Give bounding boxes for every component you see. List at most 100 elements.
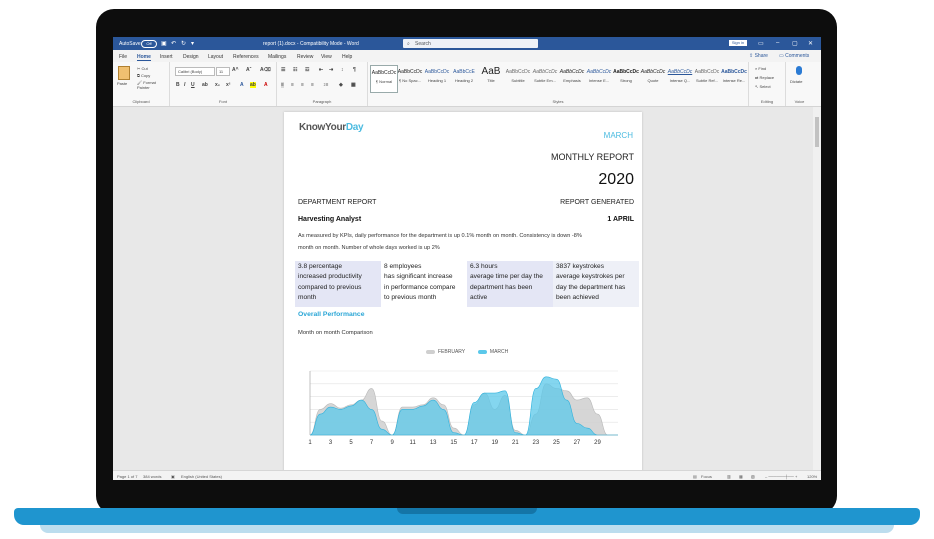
justify-icon[interactable]: ≡ — [311, 82, 314, 88]
tab-design[interactable]: Design — [183, 54, 199, 60]
replace-button[interactable]: ⇄ Replace — [755, 75, 774, 80]
vertical-scrollbar[interactable] — [813, 107, 821, 470]
document-canvas[interactable]: KnowYourDay MARCH MONTHLY REPORT 2020 DE… — [113, 107, 813, 472]
borders-icon[interactable]: ▦ — [351, 82, 356, 88]
tab-review[interactable]: Review — [297, 54, 313, 60]
summary-paragraph: As measured by KPIs, daily performance f… — [298, 230, 634, 254]
sort-icon[interactable]: ↕ — [341, 67, 344, 73]
save-icon[interactable]: ▣ — [161, 40, 167, 47]
close-icon[interactable]: ✕ — [808, 40, 813, 47]
maximize-icon[interactable]: ▢ — [792, 40, 798, 47]
style-subtle-reference[interactable]: AaBbCcDc Subtle Ref... — [694, 65, 720, 91]
style-intense-reference[interactable]: AaBbCcDc Intense Re... — [721, 65, 747, 91]
proofing-icon[interactable]: ▣ — [171, 474, 175, 479]
style-quote[interactable]: AaBbCcDc Quote — [640, 65, 666, 91]
style-subtle-emphasis[interactable]: AaBbCcDc Subtle Em... — [532, 65, 558, 91]
language-status[interactable]: English (United States) — [181, 474, 222, 479]
kpi-value: 3837 keystrokes — [556, 263, 605, 270]
decrease-indent-icon[interactable]: ⇤ — [319, 67, 323, 73]
numbering-icon[interactable]: ☷ — [293, 67, 297, 73]
focus-label[interactable]: Focus — [701, 474, 712, 479]
document-page[interactable]: KnowYourDay MARCH MONTHLY REPORT 2020 DE… — [284, 112, 642, 472]
style-emphasis[interactable]: AaBbCcDc Emphasis — [559, 65, 585, 91]
read-mode-icon[interactable]: ▥ — [727, 474, 731, 479]
tab-help[interactable]: Help — [342, 54, 352, 60]
font-size-select[interactable]: 11 — [216, 67, 230, 76]
zoom-slider[interactable]: – ──────┼── + — [765, 474, 797, 479]
style-preview: AaBbCcDc — [532, 69, 558, 75]
undo-icon[interactable]: ↶ — [171, 40, 176, 47]
kpi-desc: month — [298, 293, 317, 301]
style-heading1[interactable]: AaBbCcDc Heading 1 — [424, 65, 450, 91]
share-button[interactable]: ⇪ Share — [749, 53, 768, 59]
align-right-icon[interactable]: ≡ — [301, 82, 304, 88]
comments-button[interactable]: ▭ Comments — [779, 53, 809, 59]
increase-indent-icon[interactable]: ⇥ — [329, 67, 333, 73]
print-layout-icon[interactable]: ▦ — [739, 474, 743, 479]
copy-button[interactable]: ⧉ Copy — [137, 73, 150, 78]
underline-icon[interactable]: U — [191, 82, 195, 88]
minimize-icon[interactable]: – — [776, 40, 779, 46]
line-spacing-icon[interactable]: ↕≡ — [323, 82, 328, 88]
word-count[interactable]: 384 words — [143, 474, 161, 479]
align-center-icon[interactable]: ≡ — [291, 82, 294, 88]
font-color-icon[interactable]: A — [264, 82, 268, 88]
style-title[interactable]: AaB Title — [478, 65, 504, 91]
search-input[interactable]: Search — [415, 41, 431, 47]
ribbon-options-icon[interactable]: ▭ — [758, 40, 764, 47]
legend-label: MARCH — [489, 349, 509, 355]
tab-view[interactable]: View — [321, 54, 332, 60]
align-left-icon[interactable]: ≡ — [281, 82, 284, 88]
multilevel-icon[interactable]: ☲ — [305, 67, 309, 73]
bold-icon[interactable]: B — [176, 82, 180, 88]
autosave-toggle[interactable]: Off — [141, 40, 157, 48]
highlight-icon[interactable]: ab — [250, 82, 256, 88]
styles-group: AaBbCcDc ¶ Normal AaBbCcDc ¶ No Spac... Aa… — [368, 62, 749, 106]
web-layout-icon[interactable]: ▧ — [751, 474, 755, 479]
style-subtitle[interactable]: AaBbCcDc Subtitle — [505, 65, 531, 91]
tab-insert[interactable]: Insert — [160, 54, 173, 60]
customize-icon[interactable]: ▾ — [191, 40, 194, 47]
text-effects-icon[interactable]: A — [240, 82, 244, 88]
microphone-icon[interactable] — [796, 66, 802, 75]
style-intense-quote[interactable]: AaBbCcDc Intense Q... — [667, 65, 693, 91]
tab-mailings[interactable]: Mailings — [268, 54, 286, 60]
x-tick-label: 19 — [491, 440, 498, 446]
zoom-level[interactable]: 120% — [807, 474, 817, 479]
redo-icon[interactable]: ↻ — [181, 40, 186, 47]
cut-button[interactable]: ✂ Cut — [137, 66, 148, 71]
style-strong[interactable]: AaBbCcDc Strong — [613, 65, 639, 91]
style-normal[interactable]: AaBbCcDc ¶ Normal — [370, 65, 398, 93]
shrink-font-icon[interactable]: Aˇ — [246, 67, 251, 73]
find-button[interactable]: ⌕ Find — [755, 66, 766, 71]
tab-layout[interactable]: Layout — [208, 54, 223, 60]
strikethrough-icon[interactable]: ab — [202, 82, 208, 88]
signin-button[interactable]: Sign in — [729, 40, 747, 46]
style-heading2[interactable]: AaBbCcE Heading 2 — [451, 65, 477, 91]
focus-icon[interactable]: ▤ — [693, 474, 697, 479]
bullets-icon[interactable]: ☰ — [281, 67, 285, 73]
tab-file[interactable]: File — [119, 54, 127, 60]
style-intense-emphasis[interactable]: AaBbCcDc Intense E... — [586, 65, 612, 91]
style-name: Intense E... — [588, 78, 610, 83]
grow-font-icon[interactable]: A^ — [232, 67, 239, 73]
italic-icon[interactable]: I — [184, 82, 185, 88]
pilcrow-icon[interactable]: ¶ — [353, 67, 356, 73]
scrollbar-thumb[interactable] — [815, 117, 819, 147]
clear-format-icon[interactable]: A⌫ — [260, 67, 271, 73]
paste-icon[interactable] — [118, 66, 130, 80]
dictate-button[interactable]: Dictate — [790, 79, 802, 84]
shading-icon[interactable]: ◈ — [339, 82, 343, 88]
style-no-spacing[interactable]: AaBbCcDc ¶ No Spac... — [397, 65, 423, 91]
search-box[interactable]: ⌕ Search — [403, 39, 538, 48]
superscript-icon[interactable]: x² — [226, 82, 230, 88]
select-button[interactable]: ↖ Select — [755, 84, 771, 89]
style-preview: AaBbCcDc — [424, 69, 450, 75]
subscript-icon[interactable]: x₂ — [215, 82, 220, 88]
font-name-select[interactable]: Calibri (Body) — [175, 67, 215, 76]
format-painter-button[interactable]: 🖌 Format Painter — [137, 80, 169, 90]
tab-references[interactable]: References — [233, 54, 259, 60]
page-count[interactable]: Page 1 of 7 — [117, 474, 137, 479]
tab-home[interactable]: Home — [137, 54, 151, 61]
paste-button[interactable]: Paste — [117, 81, 127, 86]
